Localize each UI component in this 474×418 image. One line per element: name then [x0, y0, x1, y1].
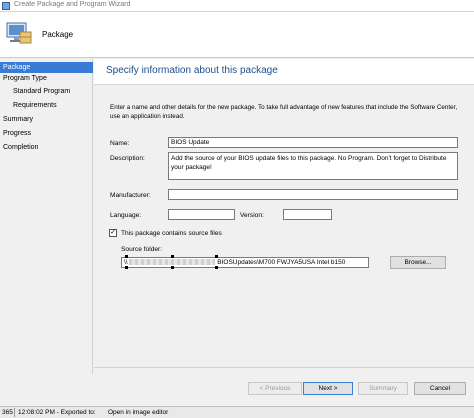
redacted-server-path	[129, 259, 216, 266]
source-folder-path: BIOSUpdates\M700 FWJYA5USA Intel b150	[217, 259, 346, 266]
source-folder-prefix: \\	[124, 259, 128, 266]
selection-handle	[215, 266, 218, 269]
nav-item-package[interactable]: Package	[0, 62, 93, 73]
manufacturer-field[interactable]	[168, 189, 458, 200]
name-field[interactable]: BIOS Update	[168, 137, 458, 148]
source-folder-label: Source folder:	[121, 246, 163, 253]
nav-item-summary[interactable]: Summary	[0, 114, 93, 125]
browse-button[interactable]: Browse...	[390, 256, 446, 269]
nav-item-program-type[interactable]: Program Type	[0, 73, 93, 84]
status-bar: 365 12:08:02 PM - Exported to: Open in i…	[0, 406, 474, 418]
cancel-button[interactable]: Cancel	[414, 382, 466, 395]
status-time: 12:08:02 PM - Exported to:	[18, 409, 96, 416]
wizard-app-icon	[2, 2, 10, 10]
wizard-content: Specify information about this package E…	[94, 59, 474, 374]
window-title: Create Package and Program Wizard	[14, 1, 131, 8]
status-left: 365	[2, 409, 13, 416]
wizard-header: Package	[0, 12, 474, 58]
nav-item-requirements[interactable]: Requirements	[0, 100, 93, 111]
open-in-editor-link[interactable]: Open in image editor	[108, 407, 168, 418]
selection-handle	[125, 255, 128, 258]
summary-button[interactable]: Summary	[358, 382, 408, 395]
nav-item-completion[interactable]: Completion	[0, 142, 93, 153]
selection-handle	[125, 266, 128, 269]
language-label: Language:	[110, 212, 142, 219]
name-label: Name:	[110, 140, 130, 147]
header-title: Package	[42, 30, 74, 39]
selection-handle	[171, 266, 174, 269]
content-header: Specify information about this package	[94, 59, 474, 85]
source-folder-field[interactable]: \\ BIOSUpdates\M700 FWJYA5USA Intel b150	[121, 257, 369, 268]
manufacturer-label: Manufacturer:	[110, 192, 151, 199]
nav-item-progress[interactable]: Progress	[0, 128, 93, 139]
contains-source-checkbox[interactable]: ✓	[109, 229, 117, 237]
page-title: Specify information about this package	[106, 65, 278, 76]
next-button[interactable]: Next >	[303, 382, 353, 395]
version-field[interactable]	[283, 209, 332, 220]
footer-divider	[94, 367, 474, 368]
selection-handle	[215, 255, 218, 258]
wizard-nav: Package Program Type Standard Program Re…	[0, 59, 93, 374]
description-label: Description:	[110, 155, 145, 162]
contains-source-label: This package contains source files	[121, 230, 222, 237]
window-titlebar: Create Package and Program Wizard	[0, 0, 474, 12]
previous-button[interactable]: < Previous	[248, 382, 302, 395]
language-field[interactable]	[168, 209, 235, 220]
intro-text: Enter a name and other details for the n…	[110, 104, 458, 120]
status-divider	[14, 408, 15, 417]
description-field[interactable]: Add the source of your BIOS update files…	[168, 152, 458, 180]
version-label: Version:	[240, 212, 264, 219]
selection-handle	[171, 255, 174, 258]
computer-package-icon	[6, 22, 32, 44]
nav-item-standard-program[interactable]: Standard Program	[0, 86, 93, 97]
